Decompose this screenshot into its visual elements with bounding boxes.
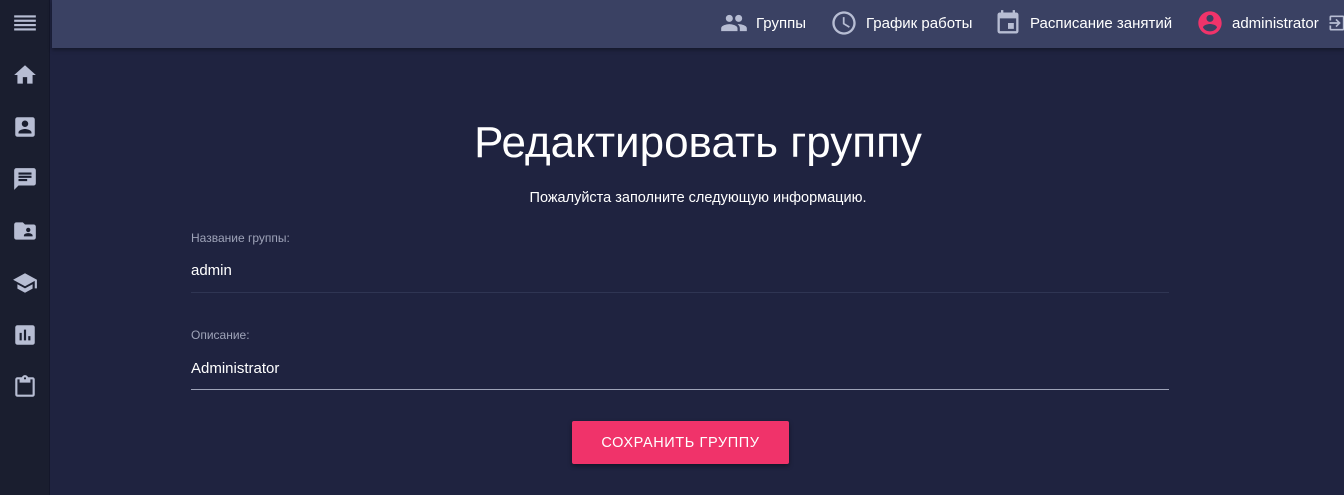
description-underline	[191, 389, 1169, 390]
menu-button[interactable]	[0, 4, 50, 44]
chat-icon	[14, 168, 36, 190]
contact-card-icon	[15, 117, 35, 137]
group-name-label: Название группы:	[191, 231, 290, 245]
sidebar-item-home[interactable]	[0, 55, 50, 95]
save-group-button[interactable]: СОХРАНИТЬ ГРУППУ	[572, 421, 789, 464]
group-name-input[interactable]	[191, 254, 1169, 286]
sidebar-item-education[interactable]	[0, 263, 50, 303]
sidebar-item-messages[interactable]	[0, 159, 50, 199]
logout-button[interactable]	[1327, 13, 1344, 33]
sidebar-item-shared-folder[interactable]	[0, 211, 50, 251]
top-navbar: Группы График работы Расписание занятий …	[52, 0, 1344, 48]
group-name-underline	[191, 292, 1169, 293]
nav-class-timetable[interactable]: Расписание занятий	[994, 0, 1172, 46]
chart-icon	[15, 325, 35, 345]
nav-user-label: administrator	[1232, 14, 1319, 32]
page-subtitle: Пожалуйста заполните следующую информаци…	[529, 190, 867, 206]
clock-icon	[832, 11, 856, 35]
nav-class-timetable-label: Расписание занятий	[1030, 14, 1173, 32]
school-icon	[13, 273, 37, 293]
nav-work-schedule-label: График работы	[866, 14, 973, 32]
sidebar	[0, 0, 50, 495]
account-circle-icon	[1198, 11, 1222, 35]
sidebar-item-statistics[interactable]	[0, 315, 50, 355]
group-icon	[721, 14, 747, 32]
home-icon	[14, 65, 36, 84]
nav-work-schedule[interactable]: График работы	[830, 0, 972, 46]
page-title: Редактировать группу	[474, 118, 922, 167]
sidebar-item-contacts[interactable]	[0, 107, 50, 147]
nav-user-profile[interactable]: administrator	[1196, 0, 1319, 46]
logout-icon	[1329, 15, 1344, 31]
calendar-icon	[997, 10, 1019, 34]
menu-icon	[14, 15, 36, 31]
clipboard-icon	[15, 375, 35, 397]
folder-shared-icon	[14, 222, 36, 240]
nav-groups[interactable]: Группы	[720, 0, 806, 46]
nav-groups-label: Группы	[756, 14, 806, 32]
sidebar-item-clipboard[interactable]	[0, 367, 50, 407]
description-label: Описание:	[191, 328, 250, 342]
description-input[interactable]	[191, 352, 1169, 384]
